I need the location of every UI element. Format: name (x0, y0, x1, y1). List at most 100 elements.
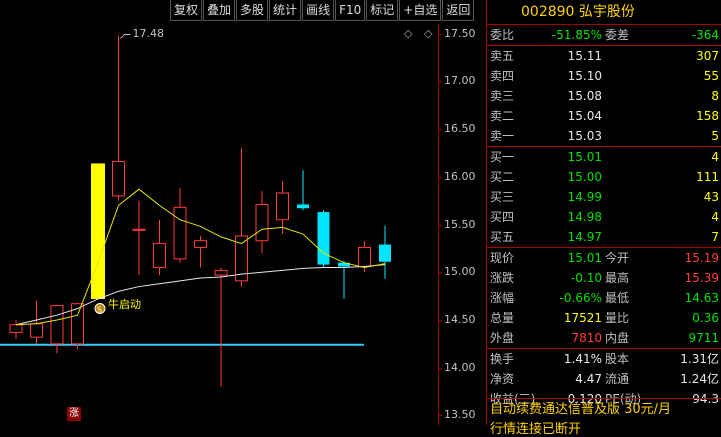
stat-value: -0.66% (559, 291, 602, 305)
f10-button[interactable]: F10 (335, 0, 366, 21)
fundamental-value: 1.41% (563, 352, 602, 366)
ask-volume: 55 (703, 69, 719, 83)
stat-row: 总量 17521 量比 0.36 (487, 308, 721, 328)
ask-volume: 158 (696, 109, 719, 123)
ask-book: 卖五 15.11 307 卖四 15.10 55 卖三 15.08 8 卖二 15.04 158 卖一 1… (487, 46, 721, 147)
ask-label: 卖四 (490, 69, 515, 83)
fundamental-value: 4.47 (575, 372, 602, 386)
bid-row: 买二 15.00 111 (487, 167, 721, 187)
y-axis-tick (438, 272, 442, 274)
kline-chart-area[interactable]: 复权 叠加 多股 统计 画线 F10 标记 +自选 返回 ◇ ◇ S 17.50… (0, 0, 486, 425)
y-axis-tick-label: 13.50 (444, 408, 476, 422)
candle-body-down (379, 244, 391, 262)
y-axis-tick-label: 16.00 (444, 169, 476, 183)
y-axis-tick (438, 224, 442, 226)
stock-name: 弘宇股份 (578, 4, 635, 20)
stat-label: 涨跌 (490, 271, 515, 285)
y-axis-tick (438, 81, 442, 83)
ask-row: 卖五 15.11 307 (487, 46, 721, 66)
bid-volume: 111 (696, 170, 719, 184)
stat-value: 7810 (571, 331, 602, 345)
fundamental-value-2: 1.31亿 (680, 352, 719, 366)
ask-price: 15.04 (567, 109, 602, 123)
candle-body-up (153, 243, 166, 268)
fundamental-label: 净资 (490, 372, 515, 386)
ask-volume: 307 (696, 49, 719, 63)
stat-value-2: 9711 (688, 331, 719, 345)
high-marker-arrow (120, 33, 131, 39)
stat-label-2: 内盘 (605, 331, 630, 345)
candle-body-up (276, 192, 289, 221)
bid-label: 买三 (490, 190, 515, 204)
chart-toolbar: 复权 叠加 多股 统计 画线 F10 标记 +自选 返回 (170, 0, 475, 22)
signal-candle-body (91, 163, 105, 299)
y-axis-tick (438, 415, 442, 417)
y-axis-tick (438, 33, 442, 35)
ask-price: 15.11 (567, 49, 602, 63)
y-axis-tick (438, 129, 442, 131)
bid-row: 买四 14.98 4 (487, 207, 721, 227)
draw-line-button[interactable]: 画线 (302, 0, 335, 21)
y-axis-tick (438, 319, 442, 321)
candle-body-up (255, 203, 269, 242)
stat-label-2: 今开 (605, 251, 630, 265)
ask-row: 卖一 15.03 5 (487, 126, 721, 146)
bid-row: 买一 15.01 4 (487, 147, 721, 167)
bid-volume: 4 (711, 210, 719, 224)
stat-label: 涨幅 (490, 291, 515, 305)
bid-row: 买三 14.99 43 (487, 187, 721, 207)
fundamental-label-2: 流通 (605, 372, 630, 386)
bid-price: 15.01 (567, 150, 602, 164)
candle-body-up (214, 269, 228, 276)
back-button[interactable]: 返回 (442, 0, 475, 21)
y-axis-tick-label: 15.00 (444, 265, 476, 279)
limit-up-badge: 涨 (67, 407, 81, 421)
ask-row: 卖四 15.10 55 (487, 66, 721, 86)
stat-value: 15.01 (567, 251, 602, 265)
stat-value-2: 15.39 (684, 271, 719, 285)
y-axis-tick (438, 176, 442, 178)
candle-body-up (358, 246, 371, 268)
weibi-row: 委比 -51.85% 委差 -364 (487, 25, 721, 46)
weicha-value: -364 (691, 28, 719, 42)
stat-row: 现价 15.01 今开 15.19 (487, 248, 721, 268)
mark-button[interactable]: 标记 (366, 0, 399, 21)
ask-row: 卖二 15.04 158 (487, 106, 721, 126)
high-price-label: 17.48 (132, 27, 165, 41)
restore-rights-button[interactable]: 复权 (170, 0, 203, 21)
candle-body-up (9, 324, 23, 333)
candle-body-up (50, 305, 64, 345)
candle-body-up (173, 206, 187, 260)
statistics-button[interactable]: 统计 (269, 0, 302, 21)
stat-value: -0.10 (570, 271, 602, 285)
stat-label: 总量 (490, 311, 515, 325)
ask-label: 卖一 (490, 129, 515, 143)
y-axis-tick-label: 14.00 (444, 360, 476, 374)
y-axis-tick-label: 17.50 (444, 26, 476, 40)
candle-body-up (194, 240, 207, 248)
stock-code: 002890 (521, 4, 575, 20)
y-axis-tick-label: 17.00 (444, 74, 476, 88)
stat-label: 外盘 (490, 331, 515, 345)
kline-svg: S (0, 33, 391, 387)
y-axis-tick-label: 14.50 (444, 312, 476, 326)
ask-row: 卖三 15.08 8 (487, 86, 721, 106)
bid-volume: 7 (711, 230, 719, 244)
bid-book: 买一 15.01 4 买二 15.00 111 买三 14.99 43 买四 14.98 4 买五 14.… (487, 147, 721, 248)
candle-body-up (112, 160, 125, 197)
y-axis-tick-label: 15.50 (444, 217, 476, 231)
overlay-button[interactable]: 叠加 (203, 0, 236, 21)
price-stats: 现价 15.01 今开 15.19 涨跌 -0.10 最高 15.39 涨幅 -0.66% 最低 14… (487, 248, 721, 349)
weibi-label: 委比 (490, 28, 515, 42)
stock-title: 002890 弘宇股份 (487, 0, 721, 25)
weicha-label: 委差 (605, 28, 630, 42)
add-watchlist-button[interactable]: +自选 (399, 0, 442, 21)
ask-volume: 5 (711, 129, 719, 143)
fundamental-label: 换手 (490, 352, 515, 366)
bid-label: 买五 (490, 230, 515, 244)
candle-body-down (297, 204, 309, 209)
quote-panel: 002890 弘宇股份 委比 -51.85% 委差 -364 卖五 15.11 30… (486, 0, 721, 437)
multi-stock-button[interactable]: 多股 (236, 0, 269, 21)
stat-value-2: 14.63 (684, 291, 719, 305)
stat-label-2: 最低 (605, 291, 630, 305)
